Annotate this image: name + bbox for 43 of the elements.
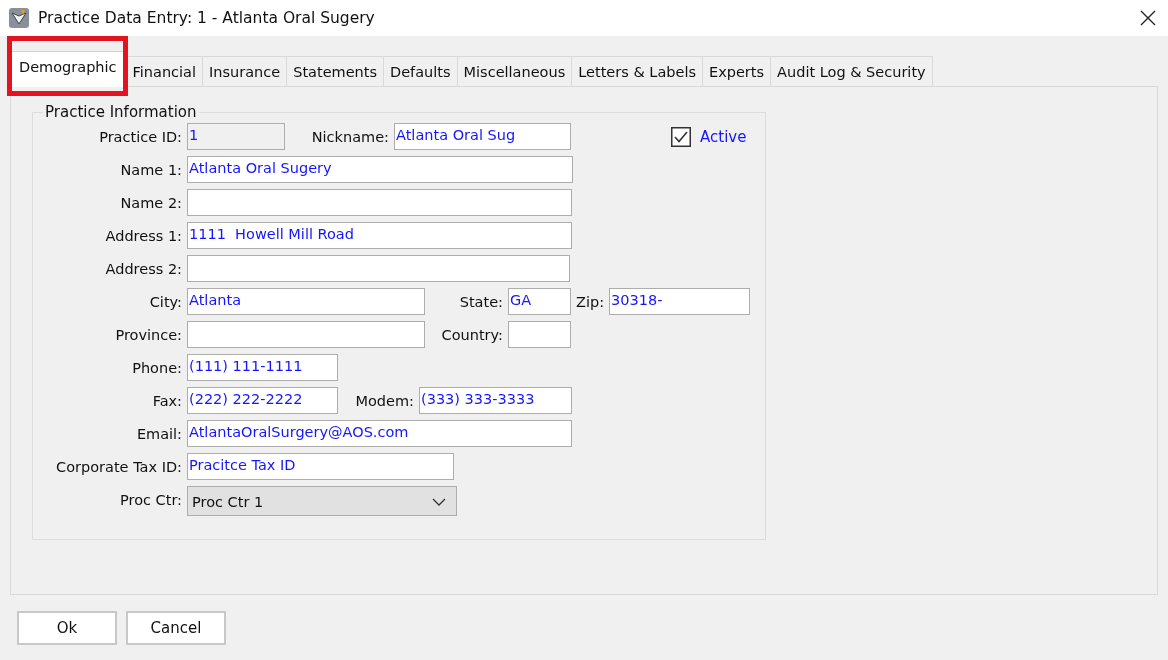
field-label: Address 1: xyxy=(104,227,182,244)
input-field[interactable]: Atlanta Oral Sug xyxy=(394,123,571,150)
field-label: Name 2: xyxy=(119,194,182,211)
field-label: Fax: xyxy=(151,392,182,409)
input-field[interactable] xyxy=(508,321,571,348)
input-field[interactable]: 1111 Howell Mill Road xyxy=(187,222,572,249)
field-label: Phone: xyxy=(131,359,182,376)
field-label: Proc Ctr: xyxy=(119,491,182,508)
field-label: Practice ID: xyxy=(98,128,182,145)
field-label: State: xyxy=(458,293,503,310)
field-label: Modem: xyxy=(354,392,414,409)
field-label: Corporate Tax ID: xyxy=(55,458,182,475)
tab[interactable]: Audit Log & Security xyxy=(770,56,933,86)
input-field[interactable]: Pracitce Tax ID xyxy=(187,453,454,480)
window-title: Practice Data Entry: 1 - Atlanta Oral Sugery xyxy=(38,9,376,27)
input-field[interactable]: Atlanta Oral Sugery xyxy=(187,156,573,183)
input-field[interactable]: (111) 111-1111 xyxy=(187,354,338,381)
field-label: Email: xyxy=(135,425,182,442)
field-label: Address 2: xyxy=(104,260,182,277)
input-field[interactable]: GA xyxy=(508,288,571,315)
input-field[interactable]: Atlanta xyxy=(187,288,425,315)
field-label: Name 1: xyxy=(119,161,182,178)
checkbox[interactable] xyxy=(671,126,691,147)
dropdown[interactable]: Proc Ctr 1 xyxy=(187,486,457,516)
close-icon[interactable] xyxy=(1140,10,1156,26)
field-label: Nickname: xyxy=(310,128,389,145)
input-field[interactable]: 30318- xyxy=(609,288,750,315)
ok-button[interactable]: Ok xyxy=(17,611,117,645)
input-field[interactable] xyxy=(187,189,572,216)
input-field[interactable] xyxy=(187,255,570,282)
field-label: Zip: xyxy=(576,293,604,310)
input-field[interactable] xyxy=(187,321,425,348)
field-label: Country: xyxy=(440,326,503,343)
field-label: Province: xyxy=(114,326,182,343)
cancel-button[interactable]: Cancel xyxy=(126,611,226,645)
field-label: City: xyxy=(148,293,182,310)
app-icon xyxy=(8,7,30,29)
input-field[interactable]: (222) 222-2222 xyxy=(187,387,338,414)
checkbox-label[interactable]: Active xyxy=(700,127,747,146)
input-field[interactable]: AtlantaOralSurgery@AOS.com xyxy=(187,420,572,447)
input-field[interactable]: (333) 333-3333 xyxy=(419,387,572,414)
chevron-down-icon xyxy=(432,498,446,506)
group-title: Practice Information xyxy=(44,103,198,121)
